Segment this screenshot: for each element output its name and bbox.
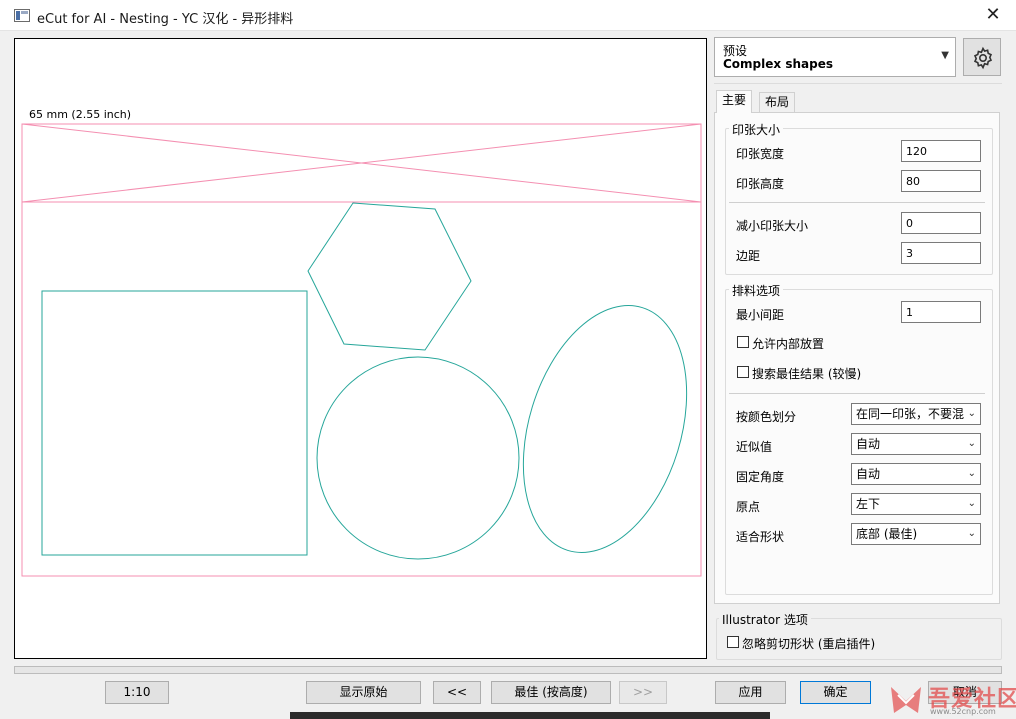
reduce-sheet-label: 减小印张大小: [736, 219, 809, 233]
divider: [729, 202, 985, 203]
approximation-value: 自动: [856, 437, 881, 451]
settings-button[interactable]: [963, 38, 1001, 76]
approximation-label: 近似值: [736, 440, 773, 454]
split-by-color-value: 在同一印张，不要混: [856, 407, 965, 421]
fit-shape-select[interactable]: 底部 (最佳) ⌄: [851, 523, 981, 545]
progress-bar: [14, 666, 1002, 674]
fixed-angle-select[interactable]: 自动 ⌄: [851, 463, 981, 485]
panel-separator: [714, 83, 1002, 84]
apply-button[interactable]: 应用: [715, 681, 786, 704]
sheet-width-label: 印张宽度: [736, 147, 785, 161]
nesting-preview-canvas[interactable]: 65 mm (2.55 inch): [14, 38, 707, 659]
sheet-size-title: 印张大小: [729, 121, 784, 138]
app-icon: [14, 9, 30, 22]
fixed-angle-label: 固定角度: [736, 470, 785, 484]
ok-button[interactable]: 确定: [800, 681, 871, 704]
next-button[interactable]: >>: [619, 681, 667, 704]
fit-shape-label: 适合形状: [736, 530, 785, 544]
search-best-result-checkbox[interactable]: [737, 366, 749, 378]
tab-panel-main: 印张大小 印张宽度 印张高度 减小印张大小 边距 排料选项 最小间距 允许内部放…: [714, 112, 1000, 604]
chevron-down-icon: ⌄: [967, 498, 976, 509]
chevron-down-icon: ⌄: [967, 468, 976, 479]
sheet-outline: [21, 123, 702, 577]
min-gap-label: 最小间距: [736, 308, 785, 322]
gear-icon: [973, 46, 993, 70]
ignore-clip-shapes-label: 忽略剪切形状 (重启插件): [742, 637, 876, 651]
illustrator-options-title: Illustrator 选项: [719, 611, 811, 628]
ignore-clip-shapes-checkbox[interactable]: [727, 636, 739, 648]
background-strip: [290, 712, 770, 719]
origin-label: 原点: [736, 500, 761, 514]
tab-main-label: 主要: [722, 93, 747, 107]
origin-value: 左下: [856, 497, 881, 511]
origin-select[interactable]: 左下 ⌄: [851, 493, 981, 515]
allow-inner-placement-checkbox[interactable]: [737, 336, 749, 348]
show-original-button[interactable]: 显示原始: [306, 681, 421, 704]
split-by-color-select[interactable]: 在同一印张，不要混 ⌄: [851, 403, 981, 425]
scale-button[interactable]: 1:10: [105, 681, 169, 704]
window-title: eCut for AI - Nesting - YC 汉化 - 异形排料: [37, 12, 294, 27]
nesting-options-title: 排料选项: [729, 282, 784, 299]
watermark-url: www.52cnp.com: [930, 707, 996, 716]
watermark-logo: [891, 687, 921, 713]
hexagon-shape: [307, 202, 472, 351]
allow-inner-placement-label: 允许内部放置: [752, 337, 825, 351]
margin-label: 边距: [736, 249, 761, 263]
tab-main[interactable]: 主要: [716, 90, 753, 113]
chevron-down-icon: ▼: [941, 50, 949, 61]
previous-button[interactable]: <<: [433, 681, 481, 704]
tab-layout[interactable]: 布局: [759, 92, 796, 112]
preset-dropdown[interactable]: 预设 Complex shapes ▼: [714, 37, 956, 77]
divider: [729, 393, 985, 394]
best-by-height-button[interactable]: 最佳 (按高度): [491, 681, 611, 704]
margin-input[interactable]: [901, 242, 981, 264]
title-bar: eCut for AI - Nesting - YC 汉化 - 异形排料 ✕: [0, 0, 1016, 31]
split-by-color-label: 按颜色划分: [736, 410, 797, 424]
approximation-select[interactable]: 自动 ⌄: [851, 433, 981, 455]
nesting-preview-svg: [21, 123, 702, 577]
search-best-result-label: 搜索最佳结果 (较慢): [752, 367, 862, 381]
chevron-down-icon: ⌄: [967, 528, 976, 539]
fit-shape-value: 底部 (最佳): [856, 527, 918, 541]
reduce-sheet-input[interactable]: [901, 212, 981, 234]
chevron-down-icon: ⌄: [967, 408, 976, 419]
chevron-down-icon: ⌄: [967, 438, 976, 449]
sheet-height-input[interactable]: [901, 170, 981, 192]
cancel-button[interactable]: 取消: [928, 681, 1002, 704]
close-button[interactable]: ✕: [970, 0, 1016, 31]
tab-layout-label: 布局: [765, 95, 790, 109]
close-icon: ✕: [985, 4, 1001, 25]
ellipse-shape: [522, 305, 688, 553]
sheet-width-input[interactable]: [901, 140, 981, 162]
min-gap-input[interactable]: [901, 301, 981, 323]
sheet-height-label: 印张高度: [736, 177, 785, 191]
fixed-angle-value: 自动: [856, 467, 881, 481]
rectangle-shape: [41, 290, 308, 556]
preset-value: Complex shapes: [723, 57, 833, 71]
circle-shape: [316, 356, 520, 560]
